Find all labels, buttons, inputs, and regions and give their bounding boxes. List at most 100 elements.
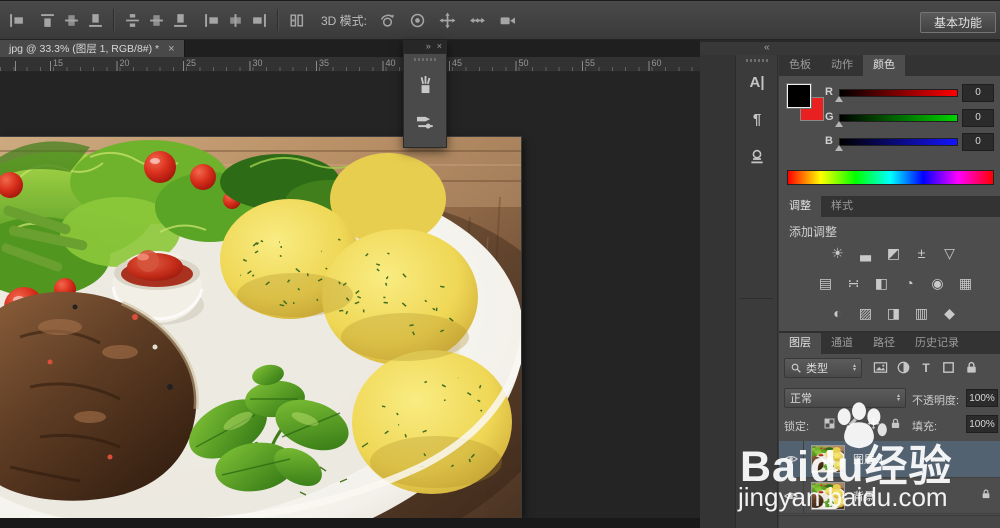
blue-slider-thumb[interactable] (835, 145, 843, 151)
adj-selective-color-icon[interactable]: ◆ (938, 304, 961, 323)
lock-position-icon[interactable] (867, 417, 880, 430)
close-tab-icon[interactable]: × (168, 43, 174, 55)
floating-brush-panel: » × (403, 40, 447, 148)
adj-channel-mixer-icon[interactable]: ◉ (926, 274, 949, 293)
red-slider[interactable] (839, 89, 958, 97)
adj-gradient-map-icon[interactable]: ▥ (910, 304, 933, 323)
character-panel-icon[interactable]: A| (749, 74, 764, 91)
paragraph-panel-icon[interactable]: ¶ (753, 111, 761, 128)
document-tab[interactable]: jpg @ 33.3% (图层 1, RGB/8#) * × (0, 40, 185, 57)
filter-pixel-layers-icon[interactable] (873, 360, 888, 375)
align-group-5 (288, 12, 305, 29)
layer-name[interactable]: 背景 (853, 488, 875, 504)
3d-roll-icon[interactable] (409, 12, 426, 29)
ruler-number: 20 (119, 58, 130, 68)
blend-mode-select[interactable]: 正常 ▴ ▾ (784, 388, 906, 408)
adj-invert-icon[interactable]: ◐ (826, 304, 849, 323)
align-top-edges-icon[interactable] (39, 12, 56, 29)
tab-adjustments[interactable]: 调整 (779, 196, 821, 217)
layer-filter-type-select[interactable]: 类型 ▴ ▾ (784, 358, 862, 378)
clone-source-icon[interactable] (748, 148, 766, 166)
window-bottom-strip (0, 518, 700, 528)
tab-paths[interactable]: 路径 (863, 333, 905, 354)
green-value-field[interactable]: 0 (962, 109, 994, 127)
tab-channels[interactable]: 通道 (821, 333, 863, 354)
lock-transparent-pixels-icon[interactable] (823, 417, 836, 430)
adj-black-white-icon[interactable]: ◧ (870, 274, 893, 293)
3d-pan-icon[interactable] (439, 12, 456, 29)
tab-actions[interactable]: 动作 (821, 55, 863, 76)
layer-row-background[interactable]: 背景 (779, 478, 1000, 514)
green-slider-thumb[interactable] (835, 121, 843, 127)
search-icon (790, 362, 802, 374)
align-bottom-edges-icon[interactable] (87, 12, 104, 29)
align-group-4 (203, 12, 268, 29)
color-panel: R 0 G 0 B 0 (779, 76, 1000, 196)
color-spectrum-ramp[interactable] (787, 170, 994, 185)
layers-panel-footer (779, 515, 1000, 528)
layers-panel-tabs: 图层 通道 路径 历史记录 (779, 333, 1000, 354)
align-group-3 (124, 12, 189, 29)
workspace-button[interactable]: 基本功能 (919, 12, 996, 33)
adj-threshold-icon[interactable]: ◨ (882, 304, 905, 323)
toolbar-separator (113, 9, 115, 31)
filter-type-layers-icon[interactable]: T (919, 361, 933, 375)
blue-value-field[interactable]: 0 (962, 133, 994, 151)
adj-color-balance-icon[interactable]: ∺ (842, 274, 865, 293)
panel-collapse-icon[interactable]: » (426, 40, 431, 53)
blue-slider[interactable] (839, 138, 958, 146)
layer-thumbnail[interactable] (811, 445, 845, 473)
ruler-number: 50 (518, 58, 529, 68)
food-photo-canvas[interactable] (0, 137, 521, 518)
3d-camera-icon[interactable] (499, 12, 516, 29)
tab-swatches[interactable]: 色板 (779, 55, 821, 76)
tab-layers[interactable]: 图层 (779, 333, 821, 354)
3d-slide-icon[interactable] (469, 12, 486, 29)
align-group-2 (39, 12, 104, 29)
panel-close-icon[interactable]: × (437, 40, 442, 53)
eye-icon (784, 452, 798, 466)
red-slider-thumb[interactable] (835, 96, 843, 102)
brush-presets-icon[interactable] (415, 74, 436, 95)
layer-row-selected[interactable]: 图层 1 (779, 441, 1000, 478)
distribute-top-edges-icon[interactable] (124, 12, 141, 29)
green-slider[interactable] (839, 114, 958, 122)
brush-settings-icon[interactable] (415, 111, 436, 132)
foreground-color-swatch[interactable] (786, 83, 812, 109)
lock-all-icon[interactable] (889, 417, 902, 430)
adj-hue-saturation-icon[interactable]: ▤ (814, 274, 837, 293)
layer-thumbnail[interactable] (811, 481, 845, 510)
align-left-icon[interactable] (203, 12, 220, 29)
distribute-columns-icon[interactable] (288, 12, 305, 29)
collapse-dock-icon[interactable]: « (700, 42, 1000, 55)
adj-exposure-icon[interactable]: ± (910, 244, 933, 263)
distribute-vertical-centers-icon[interactable] (148, 12, 165, 29)
tab-styles[interactable]: 样式 (821, 196, 863, 217)
tab-color[interactable]: 颜色 (863, 55, 905, 76)
filter-smart-objects-icon[interactable] (964, 360, 979, 375)
adj-vibrance-icon[interactable]: ▽ (938, 244, 961, 263)
opacity-value-field[interactable]: 100% (966, 389, 998, 407)
layer-name[interactable]: 图层 1 (853, 451, 884, 467)
align-horizontal-centers-icon[interactable] (227, 12, 244, 29)
adj-curves-icon[interactable]: ◩ (882, 244, 905, 263)
align-left-edges-icon[interactable] (8, 12, 25, 29)
adj-color-lookup-icon[interactable]: ▦ (954, 274, 977, 293)
filter-shape-layers-icon[interactable] (941, 360, 956, 375)
adj-posterize-icon[interactable]: ▨ (854, 304, 877, 323)
lock-image-pixels-icon[interactable] (845, 417, 858, 430)
adj-photo-filter-icon[interactable]: ◔ (898, 274, 921, 293)
adj-brightness-contrast-icon[interactable]: ☀ (826, 244, 849, 263)
red-value-field[interactable]: 0 (962, 84, 994, 102)
align-vertical-centers-icon[interactable] (63, 12, 80, 29)
filter-adjustment-layers-icon[interactable] (896, 360, 911, 375)
distribute-bottom-edges-icon[interactable] (172, 12, 189, 29)
tab-history[interactable]: 历史记录 (905, 333, 969, 354)
3d-orbit-icon[interactable] (379, 12, 396, 29)
adj-levels-icon[interactable]: ▃ (854, 244, 877, 263)
empty-dock-column (700, 55, 736, 528)
layer-visibility-toggle[interactable] (779, 478, 804, 513)
align-right-edges-icon[interactable] (251, 12, 268, 29)
layer-visibility-toggle[interactable] (779, 441, 804, 477)
fill-value-field[interactable]: 100% (966, 415, 998, 433)
